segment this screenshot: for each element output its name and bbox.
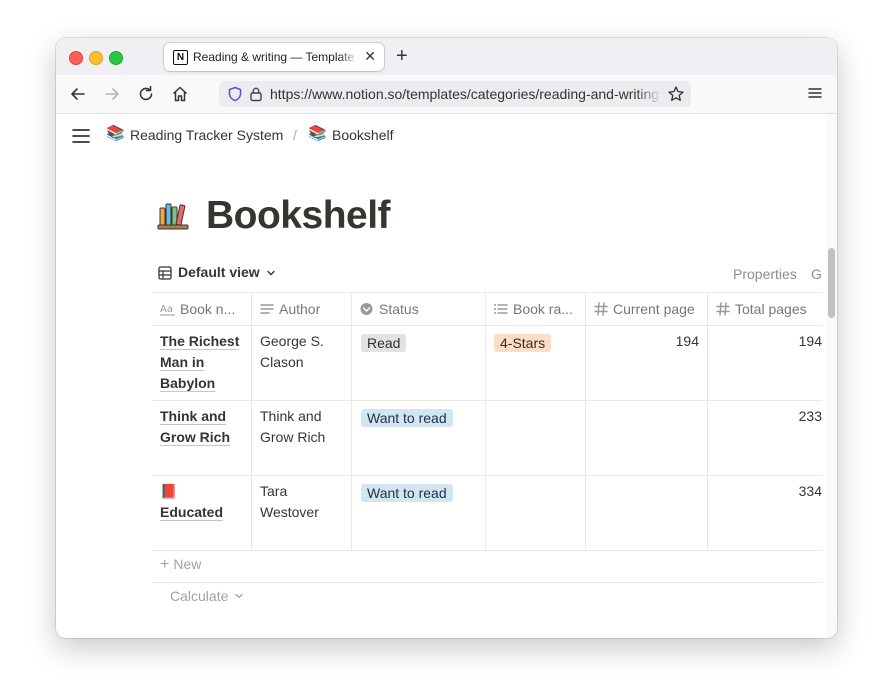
home-icon bbox=[172, 86, 188, 102]
list-icon bbox=[494, 304, 508, 314]
column-header-label: Book ra... bbox=[513, 301, 573, 317]
total-pages-cell[interactable]: 233 bbox=[717, 408, 822, 424]
tab-title: Reading & writing — Template Gallery bbox=[193, 50, 359, 64]
lock-icon[interactable] bbox=[249, 86, 263, 102]
new-row-label: New bbox=[173, 556, 202, 572]
back-button[interactable] bbox=[68, 84, 88, 104]
nav-toolbar: https://www.notion.so/templates/categori… bbox=[56, 75, 837, 114]
browser-tab[interactable]: N Reading & writing — Template Gallery ✕ bbox=[164, 43, 384, 71]
zoom-window-button[interactable] bbox=[109, 51, 123, 65]
column-divider bbox=[585, 292, 586, 551]
current-page-cell[interactable]: 194 bbox=[597, 333, 699, 349]
page-scrollbar[interactable] bbox=[826, 114, 837, 638]
column-header-label: Current page bbox=[613, 301, 695, 317]
hash-icon bbox=[716, 302, 730, 316]
column-header-book-rating[interactable]: Book ra... bbox=[485, 292, 585, 325]
calculate-button[interactable]: Calculate bbox=[170, 588, 244, 604]
breadcrumb-separator: / bbox=[293, 127, 297, 143]
author-cell[interactable]: George S. Clason bbox=[260, 331, 346, 373]
status-badge[interactable]: Want to read bbox=[361, 484, 453, 502]
table-border bbox=[152, 475, 822, 476]
shield-icon[interactable] bbox=[227, 86, 243, 102]
arrow-right-icon bbox=[105, 88, 119, 100]
scrollbar-thumb[interactable] bbox=[828, 248, 835, 318]
column-header-current-page[interactable]: Current page bbox=[585, 292, 707, 325]
lines-icon bbox=[260, 304, 274, 314]
status-icon bbox=[360, 303, 373, 315]
column-header-total-pages[interactable]: Total pages bbox=[707, 292, 822, 325]
column-header-label: Total pages bbox=[735, 301, 807, 317]
column-header-label: Book n... bbox=[180, 301, 236, 317]
forward-button[interactable] bbox=[102, 84, 122, 104]
table-border bbox=[152, 325, 822, 326]
table-border bbox=[152, 550, 822, 551]
calculate-label: Calculate bbox=[170, 588, 229, 604]
group-button[interactable]: G bbox=[811, 266, 822, 282]
status-badge[interactable]: Read bbox=[361, 334, 407, 352]
minimize-window-button[interactable] bbox=[89, 51, 103, 65]
browser-window: N Reading & writing — Template Gallery ✕… bbox=[56, 38, 837, 638]
arrow-left-icon bbox=[71, 88, 85, 100]
view-label: Default view bbox=[178, 264, 260, 280]
column-header-author[interactable]: Author bbox=[251, 292, 351, 325]
author-cell[interactable]: Tara Westover bbox=[260, 481, 346, 523]
chevron-down-icon bbox=[235, 593, 243, 599]
status-badge[interactable]: Want to read bbox=[361, 409, 453, 427]
notion-favicon-icon: N bbox=[173, 50, 188, 65]
plus-icon: + bbox=[160, 556, 170, 573]
column-header-book-name[interactable]: Aa Book n... bbox=[152, 292, 251, 325]
text-icon: Aa bbox=[160, 304, 175, 316]
tab-bar: N Reading & writing — Template Gallery ✕… bbox=[56, 38, 837, 75]
total-pages-cell[interactable]: 194 bbox=[717, 333, 822, 349]
table-view-icon bbox=[158, 266, 172, 280]
star-bookmark-icon[interactable] bbox=[667, 85, 685, 103]
close-window-button[interactable] bbox=[69, 51, 83, 65]
bookshelf-page-icon[interactable] bbox=[157, 199, 189, 231]
author-cell[interactable]: Think and Grow Rich bbox=[260, 406, 346, 448]
address-bar[interactable]: https://www.notion.so/templates/categori… bbox=[219, 81, 691, 107]
sidebar-toggle-icon[interactable] bbox=[72, 128, 90, 144]
notion-page: 📚 Reading Tracker System / 📚 Bookshelf B… bbox=[56, 114, 837, 638]
total-pages-cell[interactable]: 334 bbox=[717, 483, 822, 499]
column-header-label: Author bbox=[279, 301, 321, 317]
chevron-down-icon bbox=[267, 270, 275, 276]
book-title-link[interactable]: The Richest Man in Babylon bbox=[160, 331, 248, 394]
new-tab-button[interactable]: + bbox=[396, 45, 408, 67]
table-border bbox=[152, 400, 822, 401]
tab-close-icon[interactable]: ✕ bbox=[364, 48, 376, 64]
bookshelf-emoji-icon: 📚 bbox=[308, 125, 327, 142]
properties-button[interactable]: Properties bbox=[733, 266, 797, 282]
reload-icon bbox=[139, 85, 153, 101]
book-title-link[interactable]: Educated bbox=[160, 502, 248, 523]
breadcrumb-reading-tracker[interactable]: Reading Tracker System bbox=[130, 127, 283, 143]
column-divider bbox=[251, 292, 252, 551]
column-divider bbox=[351, 292, 352, 551]
breadcrumb-bookshelf[interactable]: Bookshelf bbox=[332, 127, 393, 143]
hamburger-menu-icon[interactable] bbox=[806, 84, 824, 102]
svg-text:Aa: Aa bbox=[160, 304, 173, 315]
books-emoji-icon: 📚 bbox=[106, 125, 125, 142]
book-emoji-icon: 📕 bbox=[160, 483, 178, 499]
new-row-button[interactable]: + New bbox=[160, 556, 201, 574]
rating-badge[interactable]: 4-Stars bbox=[494, 334, 552, 352]
home-button[interactable] bbox=[170, 84, 190, 104]
column-divider bbox=[707, 292, 708, 551]
column-header-label: Status bbox=[379, 301, 419, 317]
hash-icon bbox=[594, 302, 608, 316]
column-divider bbox=[485, 292, 486, 551]
url-text[interactable]: https://www.notion.so/templates/categori… bbox=[270, 86, 662, 102]
reload-button[interactable] bbox=[136, 84, 156, 104]
book-title-link[interactable]: Think and Grow Rich bbox=[160, 406, 248, 448]
column-header-status[interactable]: Status bbox=[351, 292, 485, 325]
table-border bbox=[152, 582, 822, 583]
page-title[interactable]: Bookshelf bbox=[206, 194, 391, 238]
